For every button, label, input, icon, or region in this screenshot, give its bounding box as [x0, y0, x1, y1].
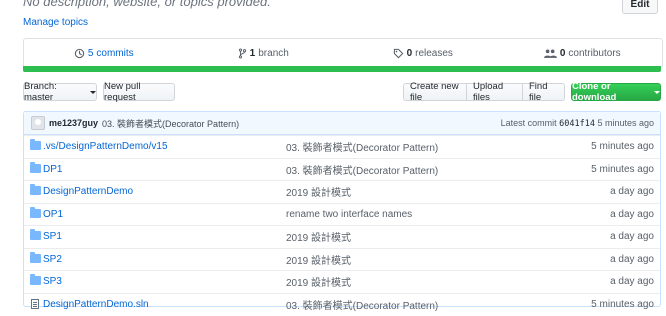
repo-description: No description, website, or topics provi…: [23, 0, 271, 9]
folder-icon: [30, 161, 41, 174]
file-age: a day ago: [610, 231, 654, 243]
file-commit-message-link[interactable]: 03. 裝飾者模式(Decorator Pattern): [286, 162, 438, 177]
clone-or-download-button[interactable]: Clone or download: [571, 81, 661, 103]
file-name-link[interactable]: SP2: [43, 254, 62, 265]
file-commit-message-link[interactable]: 2019 設計模式: [286, 252, 351, 267]
file-age: 5 minutes ago: [591, 141, 654, 153]
latest-commit-age: 5 minutes ago: [597, 117, 654, 128]
branch-icon: [238, 47, 246, 59]
edit-button[interactable]: Edit: [622, 0, 658, 14]
create-new-file-button[interactable]: Create new file: [403, 81, 467, 103]
file-commit-message-link[interactable]: 2019 設計模式: [286, 274, 351, 289]
file-name-link[interactable]: DP1: [43, 164, 62, 175]
file-commit-message-link[interactable]: 03. 裝飾者模式(Decorator Pattern): [286, 297, 438, 312]
folder-icon: [30, 251, 41, 264]
file-age: 5 minutes ago: [591, 163, 654, 175]
file-row: SP3 2019 設計模式 a day ago: [24, 270, 660, 293]
folder-icon: [30, 139, 41, 151]
file-name-link[interactable]: OP1: [43, 209, 63, 220]
folder-icon: [30, 274, 41, 286]
file-commit-message-link[interactable]: 2019 設計模式: [286, 229, 351, 244]
file-age: a day ago: [610, 186, 654, 198]
file-name-link[interactable]: SP1: [43, 231, 62, 242]
chevron-down-icon: [654, 90, 660, 94]
commit-author-link[interactable]: me1237guy: [49, 118, 98, 128]
branches-link[interactable]: 1 branch: [184, 48, 344, 59]
language-bar: [23, 66, 661, 72]
file-age: a day ago: [610, 208, 654, 220]
file-row: DP1 03. 裝飾者模式(Decorator Pattern) 5 minut…: [24, 157, 660, 181]
file-commit-message-link[interactable]: 2019 設計模式: [286, 184, 351, 199]
releases-label: releases: [415, 47, 453, 59]
latest-commit-bar: me1237guy 03. 裝飾者模式(Decorator Pattern) L…: [24, 111, 660, 135]
file-age: a day ago: [610, 253, 654, 265]
file-row: OP1 rename two interface names a day ago: [24, 202, 660, 226]
folder-icon: [30, 184, 41, 196]
clone-label: Clone or download: [572, 81, 617, 103]
file-icon: [30, 298, 41, 309]
file-name-link[interactable]: .vs/DesignPatternDemo/v15: [43, 141, 168, 152]
file-name-link[interactable]: DesignPatternDemo: [43, 186, 133, 197]
file-row: SP2 2019 設計模式 a day ago: [24, 247, 660, 271]
file-row: SP1 2019 設計模式 a day ago: [24, 225, 660, 248]
file-commit-message-link[interactable]: rename two interface names: [286, 209, 412, 220]
commit-sha-link[interactable]: 6041f14: [559, 119, 595, 129]
new-pull-request-button[interactable]: New pull request: [103, 81, 175, 103]
latest-commit-info: Latest commit 6041f14 5 minutes ago: [501, 118, 654, 129]
tag-icon: [393, 48, 403, 58]
manage-topics-link[interactable]: Manage topics: [23, 17, 88, 28]
commits-link[interactable]: 5 commits: [24, 48, 184, 59]
contributors-link[interactable]: 0 contributors: [503, 48, 663, 59]
file-row: DesignPatternDemo.sln 03. 裝飾者模式(Decorato…: [24, 292, 660, 316]
branch-select-label: Branch: master: [24, 81, 57, 103]
latest-commit-label: Latest commit: [500, 117, 557, 128]
file-name-link[interactable]: DesignPatternDemo.sln: [43, 299, 149, 310]
branches-label: branch: [258, 47, 289, 59]
releases-count: 0: [406, 47, 413, 59]
upload-files-button[interactable]: Upload files: [466, 81, 523, 103]
commits-count: 5: [87, 47, 94, 59]
branch-select-button[interactable]: Branch: master: [23, 81, 97, 103]
chevron-down-icon: [90, 90, 96, 94]
releases-link[interactable]: 0 releases: [343, 48, 503, 59]
file-row: .vs/DesignPatternDemo/v15 03. 裝飾者模式(Deco…: [24, 135, 660, 158]
history-icon: [74, 48, 85, 58]
file-name-link[interactable]: SP3: [43, 276, 62, 287]
file-commit-message-link[interactable]: 03. 裝飾者模式(Decorator Pattern): [286, 139, 438, 154]
commits-label: commits: [96, 47, 134, 59]
file-age: a day ago: [610, 276, 654, 288]
commit-message-link[interactable]: 03. 裝飾者模式(Decorator Pattern): [102, 117, 239, 130]
find-file-button[interactable]: Find file: [522, 81, 565, 103]
people-icon: [543, 49, 557, 58]
file-actions-group: Create new file Upload files Find file: [403, 81, 565, 103]
file-row: DesignPatternDemo 2019 設計模式 a day ago: [24, 180, 660, 203]
numbers-summary: 5 commits 1 branch 0 releases 0 contribu…: [23, 38, 663, 67]
avatar[interactable]: [31, 116, 45, 130]
file-age: 5 minutes ago: [591, 298, 654, 310]
folder-icon: [30, 229, 41, 241]
branches-count: 1: [249, 47, 256, 59]
contributors-label: contributors: [568, 47, 621, 59]
file-table: me1237guy 03. 裝飾者模式(Decorator Pattern) L…: [23, 111, 661, 312]
contributors-count: 0: [559, 47, 566, 59]
folder-icon: [30, 206, 41, 219]
